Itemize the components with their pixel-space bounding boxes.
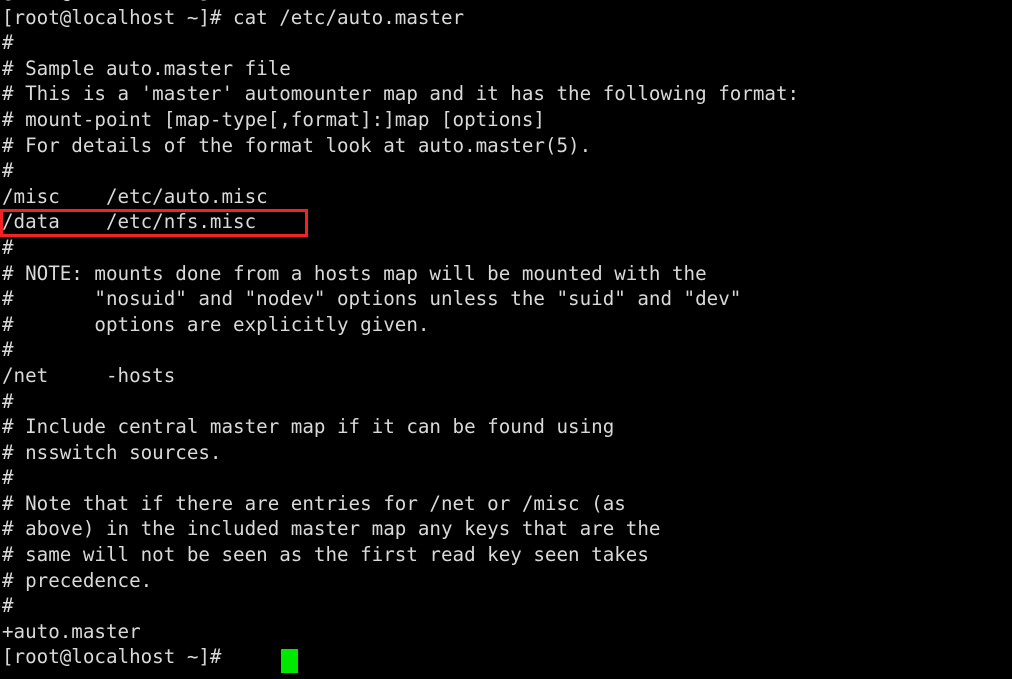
terminal-line: # <box>2 31 14 55</box>
terminal-line: # <box>2 594 14 618</box>
terminal-line: # nsswitch sources. <box>2 440 222 464</box>
terminal-line: # <box>2 338 14 362</box>
terminal-line-misc-mapping: /misc /etc/auto.misc <box>2 184 268 208</box>
terminal-line-include: +auto.master <box>2 619 141 643</box>
terminal-line: # This is a 'master' automounter map and… <box>2 82 800 106</box>
terminal-cursor <box>281 649 298 673</box>
terminal-line: # NOTE: mounts done from a hosts map wil… <box>2 261 707 285</box>
terminal-line: # Sample auto.master file <box>2 56 291 80</box>
terminal-line: # <box>2 159 14 183</box>
terminal-line-net-mapping: /net -hosts <box>2 363 176 387</box>
terminal-screen: [root@localhost ~]# cat /etc/auto.master… <box>2 0 1012 670</box>
terminal-line: # precedence. <box>2 568 153 592</box>
terminal-line: # options are explicitly given. <box>2 312 430 336</box>
terminal-line: # <box>2 235 14 259</box>
terminal-line-data-mapping: /data /etc/nfs.misc <box>2 210 257 234</box>
terminal-line: # For details of the format look at auto… <box>2 133 592 157</box>
terminal-line: # "nosuid" and "nodev" options unless th… <box>2 287 742 311</box>
terminal-line-prompt: [root@localhost ~]# <box>2 645 222 669</box>
terminal-line: # <box>2 466 14 490</box>
terminal-line: # Note that if there are entries for /ne… <box>2 491 626 515</box>
terminal-line: # above) in the included master map any … <box>2 517 661 541</box>
terminal-line: # Include central master map if it can b… <box>2 415 615 439</box>
terminal-line: # <box>2 389 14 413</box>
terminal-line: # mount-point [map-type[,format]:]map [o… <box>2 107 545 131</box>
terminal-line-command: [root@localhost ~]# cat /etc/auto.master <box>2 5 465 29</box>
terminal-window[interactable]: [root@localhost ~]# cat /etc/auto.master… <box>0 0 1012 679</box>
terminal-line: # same will not be seen as the first rea… <box>2 543 649 567</box>
